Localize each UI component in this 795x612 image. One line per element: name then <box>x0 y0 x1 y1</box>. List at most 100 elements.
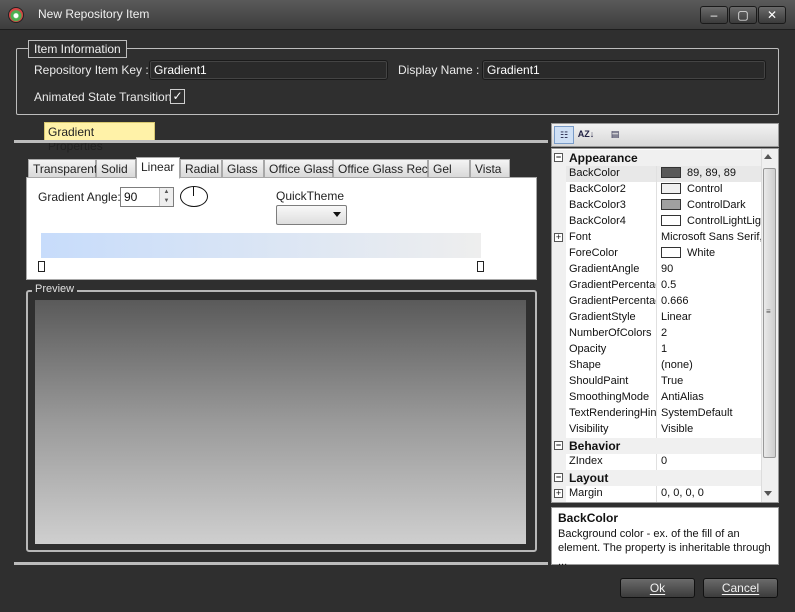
property-value[interactable]: Microsoft Sans Serif, 8 <box>660 231 762 243</box>
property-row-forecolor[interactable]: ForeColor White <box>552 246 762 262</box>
collapse-icon[interactable]: − <box>554 153 563 162</box>
property-value-text: 0 <box>661 455 668 467</box>
tab-radial[interactable]: Radial <box>180 159 222 178</box>
gradient-stop-end[interactable] <box>477 261 484 272</box>
scroll-down-icon[interactable] <box>764 491 772 496</box>
spin-down-icon[interactable]: ▼ <box>159 197 173 206</box>
display-name-input[interactable]: Gradient1 <box>482 60 766 80</box>
property-value[interactable]: 0, 0, 0, 0 <box>660 487 762 499</box>
property-row-gradientstyle[interactable]: GradientStyle Linear <box>552 310 762 326</box>
collapse-icon[interactable]: − <box>554 473 563 482</box>
property-name: BackColor2 <box>569 183 626 195</box>
row-gutter <box>552 214 566 230</box>
property-row-visibility[interactable]: Visibility Visible <box>552 422 762 438</box>
property-row-backcolor4[interactable]: BackColor4 ControlLightLight <box>552 214 762 230</box>
bottom-divider <box>14 562 548 565</box>
tab-linear[interactable]: Linear <box>136 157 180 179</box>
property-row-gradientpercentage2[interactable]: GradientPercentage2 0.666 <box>552 294 762 310</box>
spin-up-icon[interactable]: ▲ <box>159 188 173 197</box>
expand-icon[interactable]: + <box>554 489 563 498</box>
scrollbar-grip-icon: ≡ <box>766 307 771 316</box>
property-value-text: True <box>661 375 684 387</box>
property-value[interactable]: Visible <box>660 423 762 435</box>
property-value[interactable]: 0.5 <box>660 279 762 291</box>
angle-dial[interactable] <box>180 186 208 207</box>
property-value[interactable]: White <box>660 247 762 259</box>
column-divider <box>656 182 657 198</box>
property-row-backcolor2[interactable]: BackColor2 Control <box>552 182 762 198</box>
property-value[interactable]: ControlDark <box>660 199 762 211</box>
tab-glass[interactable]: Glass <box>222 159 264 178</box>
tab-solid[interactable]: Solid <box>96 159 136 178</box>
category-layout[interactable]: − Layout <box>552 470 762 486</box>
preview-label: Preview <box>32 283 78 295</box>
property-row-opacity[interactable]: Opacity 1 <box>552 342 762 358</box>
gradient-stop-start[interactable] <box>38 261 45 272</box>
property-value[interactable]: SystemDefault <box>660 407 762 419</box>
property-value[interactable]: Linear <box>660 311 762 323</box>
tab-vista[interactable]: Vista <box>470 159 510 178</box>
property-row-gradientangle[interactable]: GradientAngle 90 <box>552 262 762 278</box>
property-value[interactable]: ControlLightLight <box>660 215 762 227</box>
tab-office-glass-rect[interactable]: Office Glass Rect <box>333 159 431 178</box>
property-name: ShouldPaint <box>569 375 629 387</box>
property-value[interactable]: AntiAlias <box>660 391 762 403</box>
tab-gradient-properties[interactable]: Gradient Properties <box>44 122 155 153</box>
item-information-group <box>16 48 779 115</box>
property-value-text: Linear <box>661 311 692 323</box>
property-pages-icon[interactable]: ▤ <box>605 126 625 144</box>
maximize-button[interactable]: ▢ <box>729 6 757 24</box>
property-row-gradientpercentage[interactable]: GradientPercentage 0.5 <box>552 278 762 294</box>
property-name: TextRenderingHint <box>569 407 657 419</box>
property-row-zindex[interactable]: ZIndex 0 <box>552 454 762 470</box>
property-row-backcolor[interactable]: BackColor 89, 89, 89 <box>552 166 762 182</box>
tab-transparent[interactable]: Transparent <box>28 159 97 178</box>
chevron-down-icon <box>333 212 341 217</box>
property-row-shape[interactable]: Shape (none) <box>552 358 762 374</box>
column-divider <box>656 342 657 358</box>
gradient-color-bar[interactable] <box>41 233 481 258</box>
category-appearance[interactable]: − Appearance <box>552 150 762 166</box>
property-value[interactable]: 0 <box>660 455 762 467</box>
property-value[interactable]: True <box>660 375 762 387</box>
property-row-shouldpaint[interactable]: ShouldPaint True <box>552 374 762 390</box>
color-swatch <box>661 167 681 178</box>
column-divider <box>656 230 657 246</box>
property-value[interactable]: 1 <box>660 343 762 355</box>
property-row-numberofcolors[interactable]: NumberOfColors 2 <box>552 326 762 342</box>
row-gutter <box>552 182 566 198</box>
category-behavior[interactable]: − Behavior <box>552 438 762 454</box>
property-value-text: ControlDark <box>687 199 746 211</box>
property-value[interactable]: 90 <box>660 263 762 275</box>
expand-icon[interactable]: + <box>554 233 563 242</box>
repository-key-input[interactable]: Gradient1 <box>149 60 388 80</box>
property-row-margin[interactable]: + Margin 0, 0, 0, 0 <box>552 486 762 502</box>
property-value[interactable]: 2 <box>660 327 762 339</box>
close-button[interactable]: ✕ <box>758 6 786 24</box>
property-row-textrenderinghint[interactable]: TextRenderingHint SystemDefault <box>552 406 762 422</box>
scroll-up-icon[interactable] <box>764 154 772 159</box>
row-gutter <box>552 342 566 358</box>
color-swatch <box>661 247 681 258</box>
property-value[interactable]: Control <box>660 183 762 195</box>
sort-alphabetical-icon[interactable]: AZ↓ <box>576 126 596 144</box>
preview-canvas <box>35 300 526 544</box>
property-value[interactable]: 89, 89, 89 <box>660 167 762 179</box>
ok-button[interactable]: Ok <box>620 578 695 598</box>
categorized-icon[interactable]: ☷ <box>554 126 574 144</box>
animated-transition-label: Animated State Transition <box>34 90 172 104</box>
property-value[interactable]: (none) <box>660 359 762 371</box>
property-row-smoothingmode[interactable]: SmoothingMode AntiAlias <box>552 390 762 406</box>
column-divider <box>656 278 657 294</box>
tab-office-glass[interactable]: Office Glass <box>264 159 334 178</box>
cancel-button[interactable]: Cancel <box>703 578 778 598</box>
property-name: ZIndex <box>569 455 603 467</box>
property-row-font[interactable]: + Font Microsoft Sans Serif, 8 <box>552 230 762 246</box>
minimize-button[interactable]: – <box>700 6 728 24</box>
animated-transition-checkbox[interactable]: ✓ <box>170 89 185 104</box>
collapse-icon[interactable]: − <box>554 441 563 450</box>
property-value-text: 89, 89, 89 <box>687 167 736 179</box>
tab-gel[interactable]: Gel <box>428 159 470 178</box>
property-value[interactable]: 0.666 <box>660 295 762 307</box>
property-row-backcolor3[interactable]: BackColor3 ControlDark <box>552 198 762 214</box>
